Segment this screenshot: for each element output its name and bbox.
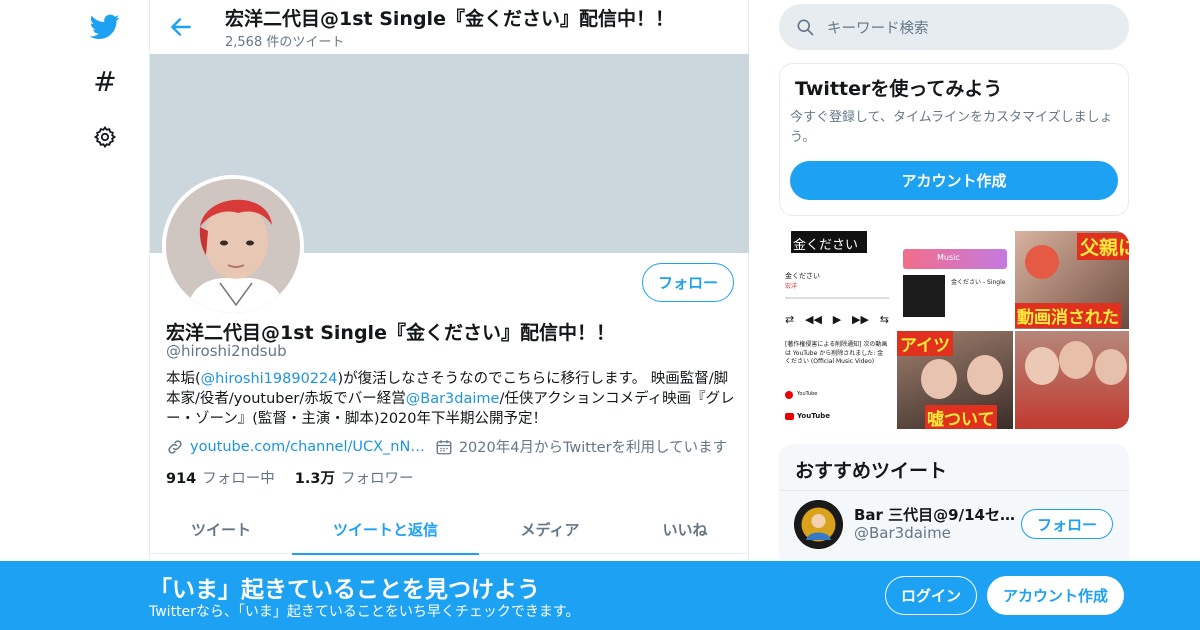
hashtag-icon[interactable]: # <box>88 65 122 99</box>
create-account-button[interactable]: アカウント作成 <box>790 161 1118 200</box>
signup-banner-subtitle: Twitterなら、「いま」起きていることをいち早くチェックできます。 <box>149 604 580 620</box>
player-controls: ⇄ ◀◀ ▶ ▶▶ ⇆ <box>785 313 889 326</box>
signup-banner-title: 「いま」起きていることを見つけよう <box>149 577 540 603</box>
profile-meta: youtube.com/channel/UCX_nN… 2020年4月からTwi… <box>166 436 727 457</box>
media-text: 金ください - Single <box>951 279 1006 286</box>
media-text: YouTube <box>797 412 830 420</box>
signup-card-title: Twitterを使ってみよう <box>795 78 1003 100</box>
login-button[interactable]: ログイン <box>885 576 977 615</box>
media-caption: 父親に <box>1077 233 1129 260</box>
link-icon <box>166 438 184 456</box>
followers-label: フォロワー <box>340 471 414 487</box>
signup-banner: 「いま」起きていることを見つけよう Twitterなら、「いま」起きていることを… <box>0 561 1200 630</box>
profile-column: 宏洋二代目@1st Single『金ください』配信中！！ 2,568 件のツイー… <box>149 0 749 630</box>
recommended-title: おすすめツイート <box>795 460 948 482</box>
tab-tweets-and-replies[interactable]: ツイートと返信 <box>292 504 479 555</box>
following-label: フォロー中 <box>202 471 275 487</box>
profile-handle: @hiroshi2ndsub <box>166 342 287 360</box>
recommended-user-name[interactable]: Bar 三代目@9/14セ… <box>854 504 1015 525</box>
search-icon <box>795 17 815 37</box>
tab-tweets[interactable]: ツイート <box>150 504 292 554</box>
media-text: Music <box>937 253 960 262</box>
tweet-count: 2,568 件のツイート <box>225 35 345 50</box>
media-thumbnail[interactable]: アイツ 嘘ついて <box>897 331 1013 429</box>
media-caption: アイツ <box>897 331 954 356</box>
followers-stat[interactable]: 1.3万 フォロワー <box>295 467 414 488</box>
media-text: YouTube <box>797 391 818 397</box>
profile-bio: 本垢(@hiroshi19890224)が復活しなさそうなのでこちらに移行します… <box>166 369 736 429</box>
profile-name: 宏洋二代目@1st Single『金ください』配信中！！ <box>166 322 615 344</box>
follow-button[interactable]: フォロー <box>642 263 734 302</box>
media-text: [著作権侵害による削除通知] 次の動画は YouTube から削除されました: … <box>785 341 888 365</box>
tab-likes[interactable]: いいね <box>621 504 749 554</box>
divider <box>779 490 1129 491</box>
profile-avatar[interactable] <box>162 175 304 317</box>
followers-count: 1.3万 <box>294 471 335 487</box>
media-caption: 嘘ついて <box>925 405 997 429</box>
recommended-user-avatar[interactable] <box>794 500 843 549</box>
bio-text: 本垢( <box>166 371 201 387</box>
twitter-logo-icon[interactable] <box>88 10 122 44</box>
website-link[interactable]: youtube.com/channel/UCX_nN… <box>190 439 425 455</box>
media-thumbnail[interactable]: 父親に 動画消された <box>1015 231 1129 329</box>
profile-stats: 914 フォロー中 1.3万 フォロワー <box>166 467 413 488</box>
media-text: 金ください <box>793 238 859 253</box>
header-title: 宏洋二代目@1st Single『金ください』配信中！！ <box>225 8 674 30</box>
signup-button[interactable]: アカウント作成 <box>987 576 1124 615</box>
profile-tabs: ツイート ツイートと返信 メディア いいね <box>150 504 749 555</box>
search-placeholder: キーワード検索 <box>827 20 929 37</box>
search-input[interactable]: キーワード検索 <box>779 4 1129 50</box>
calendar-icon <box>435 438 453 456</box>
tab-media[interactable]: メディア <box>479 504 621 554</box>
media-text: 宏洋 <box>785 283 798 290</box>
arrow-left-icon[interactable] <box>168 14 194 40</box>
media-caption: 動画消された <box>1015 303 1121 328</box>
media-thumbnail[interactable]: Music 金ください - Single <box>897 231 1013 329</box>
signup-card: Twitterを使ってみよう 今すぐ登録して、タイムラインをカスタマイズしましょ… <box>779 63 1129 216</box>
media-thumbnail[interactable] <box>1015 331 1129 429</box>
bio-mention-link[interactable]: @hiroshi19890224 <box>201 371 338 387</box>
following-count: 914 <box>166 471 197 487</box>
bio-mention-link[interactable]: @Bar3daime <box>406 391 500 407</box>
hashtag-glyph: # <box>93 65 117 98</box>
recommended-follow-button[interactable]: フォロー <box>1021 509 1113 539</box>
media-grid: 金ください 金ください 宏洋 ⇄ ◀◀ ▶ ▶▶ ⇆ [著作権侵害による削除通知] 次の… <box>779 231 1129 429</box>
gear-icon[interactable] <box>88 120 122 154</box>
recommended-user-handle: @Bar3daime <box>854 524 951 542</box>
following-stat[interactable]: 914 フォロー中 <box>166 467 275 488</box>
signup-card-description: 今すぐ登録して、タイムラインをカスタマイズしましょう。 <box>790 110 1113 145</box>
joined-date: 2020年4月からTwitterを利用しています <box>458 440 728 456</box>
media-thumbnail[interactable]: 金ください 金ください 宏洋 ⇄ ◀◀ ▶ ▶▶ ⇆ [著作権侵害による削除通知] 次の… <box>779 231 895 429</box>
media-text: 金ください <box>785 272 820 280</box>
